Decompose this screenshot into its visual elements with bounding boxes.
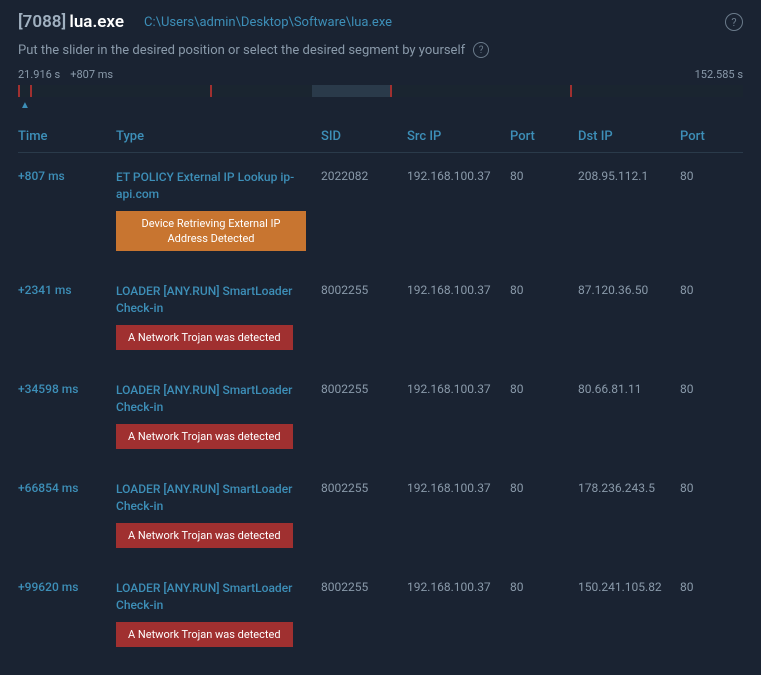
process-name: lua.exe bbox=[69, 12, 124, 32]
table-header: Time Type SID Src IP Port Dst IP Port bbox=[18, 121, 743, 153]
col-header-dstip[interactable]: Dst IP bbox=[578, 129, 680, 144]
cell-src-port: 80 bbox=[510, 382, 578, 449]
pid-value: [7088] bbox=[18, 12, 66, 32]
cell-sid: 8002255 bbox=[321, 382, 407, 449]
cell-dst-port: 80 bbox=[680, 481, 740, 548]
table-row[interactable]: +34598 msLOADER [ANY.RUN] SmartLoader Ch… bbox=[18, 366, 743, 465]
instruction-text: Put the slider in the desired position o… bbox=[18, 43, 465, 58]
cell-type: LOADER [ANY.RUN] SmartLoader Check-in A N… bbox=[116, 382, 321, 449]
events-table: Time Type SID Src IP Port Dst IP Port +8… bbox=[18, 121, 743, 663]
cell-sid: 8002255 bbox=[321, 580, 407, 647]
col-header-src-port[interactable]: Port bbox=[510, 129, 578, 144]
col-header-srcip[interactable]: Src IP bbox=[407, 129, 510, 144]
time-end: 152.585 s bbox=[695, 68, 743, 81]
cell-dstip: 150.241.105.82 bbox=[578, 580, 680, 647]
status-badge: A Network Trojan was detected bbox=[116, 523, 293, 548]
cell-dst-port: 80 bbox=[680, 283, 740, 350]
cell-dstip: 178.236.243.5 bbox=[578, 481, 680, 548]
cell-type: LOADER [ANY.RUN] SmartLoader Check-in A N… bbox=[116, 283, 321, 350]
status-badge: A Network Trojan was detected bbox=[116, 622, 293, 647]
time-offset: +807 ms bbox=[70, 68, 113, 81]
type-text: LOADER [ANY.RUN] SmartLoader Check-in bbox=[116, 382, 313, 416]
table-row[interactable]: +99620 msLOADER [ANY.RUN] SmartLoader Ch… bbox=[18, 564, 743, 663]
process-path[interactable]: C:\Users\admin\Desktop\Software\lua.exe bbox=[144, 15, 392, 30]
type-text: LOADER [ANY.RUN] SmartLoader Check-in bbox=[116, 481, 313, 515]
cell-type: LOADER [ANY.RUN] SmartLoader Check-in A N… bbox=[116, 481, 321, 548]
status-badge: Device Retrieving External IP Address De… bbox=[116, 211, 306, 252]
status-badge: A Network Trojan was detected bbox=[116, 325, 293, 350]
cell-dstip: 87.120.36.50 bbox=[578, 283, 680, 350]
table-row[interactable]: +66854 msLOADER [ANY.RUN] SmartLoader Ch… bbox=[18, 465, 743, 564]
cell-type: LOADER [ANY.RUN] SmartLoader Check-in A N… bbox=[116, 580, 321, 647]
type-text: LOADER [ANY.RUN] SmartLoader Check-in bbox=[116, 283, 313, 317]
cell-dstip: 208.95.112.1 bbox=[578, 169, 680, 251]
cell-srcip: 192.168.100.37 bbox=[407, 580, 510, 647]
cell-sid: 2022082 bbox=[321, 169, 407, 251]
cell-srcip: 192.168.100.37 bbox=[407, 481, 510, 548]
cell-dstip: 80.66.81.11 bbox=[578, 382, 680, 449]
cell-src-port: 80 bbox=[510, 580, 578, 647]
cell-srcip: 192.168.100.37 bbox=[407, 382, 510, 449]
col-header-time[interactable]: Time bbox=[18, 129, 116, 144]
cell-dst-port: 80 bbox=[680, 169, 740, 251]
cell-dst-port: 80 bbox=[680, 580, 740, 647]
status-badge: A Network Trojan was detected bbox=[116, 424, 293, 449]
cell-src-port: 80 bbox=[510, 169, 578, 251]
cell-time: +34598 ms bbox=[18, 382, 116, 449]
header: [7088] lua.exe C:\Users\admin\Desktop\So… bbox=[18, 12, 743, 32]
cell-srcip: 192.168.100.37 bbox=[407, 169, 510, 251]
cell-time: +99620 ms bbox=[18, 580, 116, 647]
table-row[interactable]: +807 msET POLICY External IP Lookup ip-a… bbox=[18, 153, 743, 267]
timeline-slider[interactable] bbox=[18, 85, 743, 97]
col-header-sid[interactable]: SID bbox=[321, 129, 407, 144]
cell-dst-port: 80 bbox=[680, 382, 740, 449]
time-labels: 21.916 s +807 ms 152.585 s bbox=[18, 68, 743, 81]
help-icon[interactable]: ? bbox=[473, 42, 489, 58]
time-start: 21.916 s bbox=[18, 68, 60, 81]
help-icon[interactable]: ? bbox=[725, 13, 743, 31]
cell-sid: 8002255 bbox=[321, 283, 407, 350]
cell-srcip: 192.168.100.37 bbox=[407, 283, 510, 350]
table-row[interactable]: +2341 msLOADER [ANY.RUN] SmartLoader Che… bbox=[18, 267, 743, 366]
cell-type: ET POLICY External IP Lookup ip-api.com D… bbox=[116, 169, 321, 251]
slider-indicator-icon: ▲ bbox=[20, 100, 743, 111]
cell-sid: 8002255 bbox=[321, 481, 407, 548]
instruction-row: Put the slider in the desired position o… bbox=[18, 42, 743, 58]
cell-time: +2341 ms bbox=[18, 283, 116, 350]
cell-time: +66854 ms bbox=[18, 481, 116, 548]
cell-time: +807 ms bbox=[18, 169, 116, 251]
cell-src-port: 80 bbox=[510, 283, 578, 350]
type-text: LOADER [ANY.RUN] SmartLoader Check-in bbox=[116, 580, 313, 614]
col-header-type[interactable]: Type bbox=[116, 129, 321, 144]
process-pid: [7088] lua.exe bbox=[18, 12, 124, 32]
type-text: ET POLICY External IP Lookup ip-api.com bbox=[116, 169, 313, 203]
cell-src-port: 80 bbox=[510, 481, 578, 548]
col-header-dst-port[interactable]: Port bbox=[680, 129, 740, 144]
